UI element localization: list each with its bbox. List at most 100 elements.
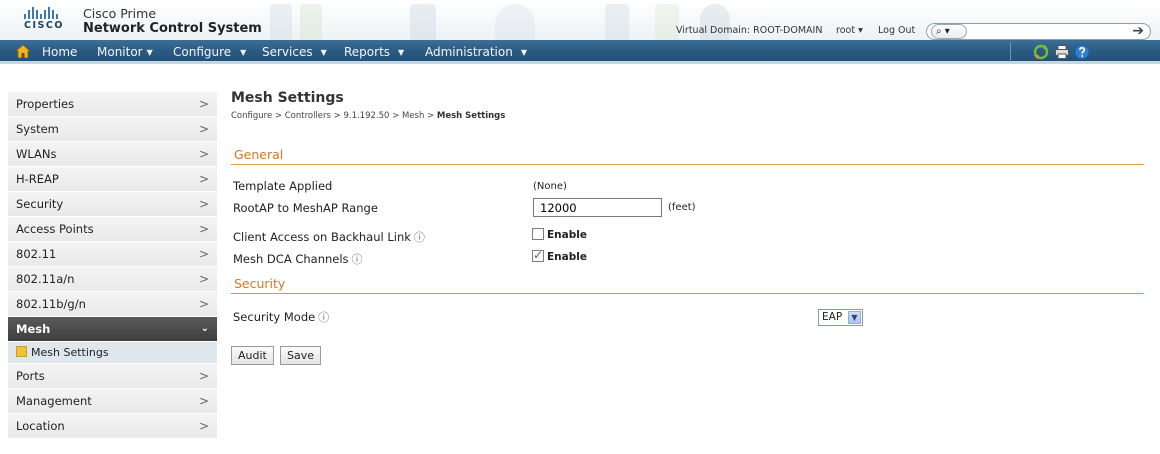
sidebar-subitem-mesh-settings[interactable]: Mesh Settings — [8, 342, 217, 364]
chevron-right-icon: > — [198, 197, 209, 211]
chevron-down-icon: ⌄ — [200, 323, 209, 334]
sidebar-item-label: Properties — [16, 97, 75, 111]
mesh-dca-enable-label: Enable — [547, 251, 587, 263]
print-icon[interactable] — [1054, 44, 1070, 60]
nav-home[interactable]: Home — [42, 45, 77, 59]
sidebar-item-label: 802.11 — [16, 247, 57, 261]
sidebar-item-access-points[interactable]: Access Points > — [8, 217, 217, 242]
logout-link[interactable]: Log Out — [878, 25, 915, 36]
main-nav: Home Monitor ▼ Configure ▼ Services ▼ Repor… — [0, 40, 1160, 64]
header-banner: CISCO Cisco Prime Network Control System… — [0, 0, 1160, 40]
sidebar-subitem-label: Mesh Settings — [31, 346, 109, 359]
breadcrumb: Configure > Controllers > 9.1.192.50 > M… — [231, 111, 505, 121]
info-icon[interactable]: ⓘ — [318, 311, 329, 324]
chevron-right-icon: > — [198, 122, 209, 136]
sidebar-item-mesh[interactable]: Mesh ⌄ — [8, 317, 217, 342]
chevron-right-icon: > — [198, 222, 209, 236]
nav-divider — [1010, 42, 1011, 62]
info-icon[interactable]: ⓘ — [414, 231, 425, 244]
range-units: (feet) — [668, 202, 696, 213]
home-icon[interactable] — [16, 45, 30, 58]
sidebar-item-802-11a-n[interactable]: 802.11a/n > — [8, 267, 217, 292]
virtual-domain-label[interactable]: Virtual Domain: ROOT-DOMAIN — [676, 25, 822, 36]
sidebar-item-h-reap[interactable]: H-REAP > — [8, 167, 217, 192]
sidebar-item-ports[interactable]: Ports > — [8, 364, 217, 389]
nav-reports[interactable]: Reports ▼ — [344, 45, 404, 59]
mesh-dca-label-text: Mesh DCA Channels — [233, 252, 349, 266]
sidebar-item-security[interactable]: Security > — [8, 192, 217, 217]
chevron-right-icon: > — [198, 369, 209, 383]
app-subtitle: Cisco Prime — [83, 6, 157, 21]
mesh-dca-checkbox[interactable] — [532, 248, 544, 262]
sidebar-item-management[interactable]: Management > — [8, 389, 217, 414]
chevron-down-icon: ▼ — [146, 48, 153, 57]
template-applied-label: Template Applied — [233, 179, 333, 193]
chevron-down-icon: ▼ — [520, 48, 527, 57]
chevron-down-icon: ▼ — [240, 48, 247, 57]
audit-button[interactable]: Audit — [231, 346, 274, 365]
chevron-right-icon: > — [198, 297, 209, 311]
sidebar-item-wlans[interactable]: WLANs > — [8, 142, 217, 167]
sidebar-item-label: Access Points — [16, 222, 94, 236]
client-access-label-text: Client Access on Backhaul Link — [233, 230, 411, 244]
sidebar-item-properties[interactable]: Properties > — [8, 92, 217, 117]
section-general-heading: General — [231, 147, 1144, 165]
nav-monitor[interactable]: Monitor ▼ — [97, 45, 153, 59]
mesh-dca-label: Mesh DCA Channels ⓘ — [233, 251, 363, 267]
nav-services-label: Services — [262, 45, 313, 59]
security-mode-label: Security Mode ⓘ — [233, 309, 329, 325]
sidebar-item-label: System — [16, 122, 59, 136]
breadcrumb-path[interactable]: Configure > Controllers > 9.1.192.50 > M… — [231, 111, 437, 121]
page-icon — [16, 346, 27, 357]
chevron-right-icon: > — [198, 272, 209, 286]
client-access-label: Client Access on Backhaul Link ⓘ — [233, 229, 425, 245]
chevron-right-icon: > — [198, 394, 209, 408]
nav-configure-label: Configure — [173, 45, 232, 59]
chevron-down-icon: ▼ — [398, 48, 405, 57]
range-input[interactable] — [533, 198, 662, 217]
app-title: Network Control System — [83, 21, 262, 36]
nav-reports-label: Reports — [344, 45, 391, 59]
security-mode-label-text: Security Mode — [233, 310, 316, 324]
cisco-logo: CISCO — [24, 7, 70, 33]
security-mode-select[interactable]: EAP ▼ — [818, 309, 863, 326]
client-access-checkbox[interactable] — [532, 228, 544, 240]
security-mode-value: EAP — [822, 311, 843, 323]
sidebar-item-system[interactable]: System > — [8, 117, 217, 142]
nav-configure[interactable]: Configure ▼ — [173, 45, 246, 59]
refresh-icon[interactable] — [1033, 44, 1049, 60]
sidebar-item-label: 802.11a/n — [16, 272, 75, 286]
search-scope-dropdown[interactable]: ⌕ ▾ — [931, 24, 967, 39]
sidebar-item-label: H-REAP — [16, 172, 59, 186]
chevron-right-icon: > — [198, 97, 209, 111]
sidebar-item-location[interactable]: Location > — [8, 414, 217, 439]
section-security-heading: Security — [231, 276, 1144, 294]
sidebar-item-label: Management — [16, 394, 92, 408]
info-icon[interactable]: ⓘ — [352, 253, 363, 266]
sidebar-item-802-11b-g-n[interactable]: 802.11b/g/n > — [8, 292, 217, 317]
user-menu[interactable]: root ▾ — [836, 25, 863, 36]
sidebar-item-label: 802.11b/g/n — [16, 297, 86, 311]
sidebar: Properties > System > WLANs > H-REAP > Secur… — [8, 92, 217, 439]
search-input[interactable]: ⌕ ▾ ➔ — [926, 23, 1151, 40]
chevron-right-icon: > — [198, 247, 209, 261]
range-label: RootAP to MeshAP Range — [233, 201, 378, 215]
nav-administration-label: Administration — [425, 45, 513, 59]
chevron-right-icon: > — [198, 147, 209, 161]
cisco-wordmark: CISCO — [24, 20, 64, 31]
sidebar-item-label: Security — [16, 197, 64, 211]
sidebar-item-label: WLANs — [16, 147, 57, 161]
sidebar-item-label: Ports — [16, 369, 45, 383]
sidebar-item-802-11[interactable]: 802.11 > — [8, 242, 217, 267]
chevron-right-icon: > — [198, 172, 209, 186]
chevron-down-icon: ▼ — [848, 311, 861, 324]
nav-monitor-label: Monitor — [97, 45, 143, 59]
nav-administration[interactable]: Administration ▼ — [425, 45, 527, 59]
sidebar-item-label: Mesh — [16, 322, 51, 336]
chevron-right-icon: > — [198, 419, 209, 433]
help-icon[interactable] — [1074, 44, 1090, 60]
save-button[interactable]: Save — [280, 346, 322, 365]
search-go-icon[interactable]: ➔ — [1132, 23, 1144, 39]
chevron-down-icon: ▼ — [320, 48, 327, 57]
nav-services[interactable]: Services ▼ — [262, 45, 327, 59]
